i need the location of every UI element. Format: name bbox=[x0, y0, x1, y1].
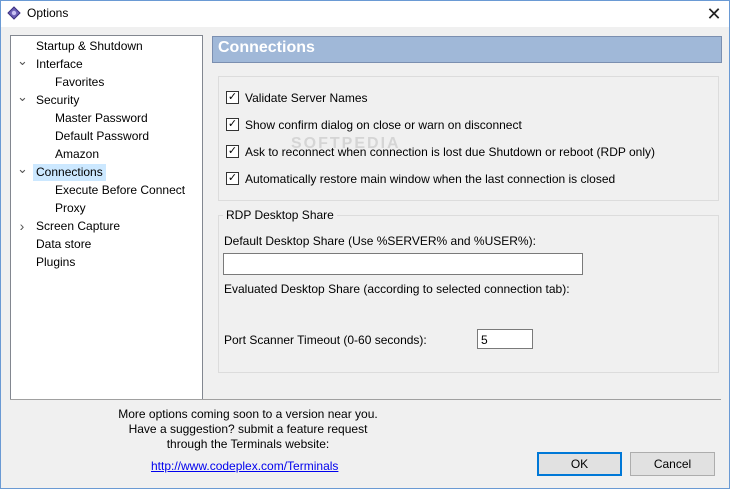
tree-item-data-store[interactable]: Data store bbox=[33, 236, 94, 253]
confirm-on-close-option[interactable]: ✓ Show confirm dialog on close or warn o… bbox=[226, 116, 522, 133]
rdp-group-title: RDP Desktop Share bbox=[223, 208, 337, 222]
chevron-down-icon[interactable]: ⌄ bbox=[17, 90, 28, 105]
cancel-button-label: Cancel bbox=[653, 457, 692, 471]
tree-item-plugins[interactable]: Plugins bbox=[33, 254, 78, 271]
section-title: Connections bbox=[218, 39, 315, 56]
restore-main-window-checkbox[interactable]: ✓ bbox=[226, 172, 239, 185]
options-window: Options ✕ Startup & Shutdown ⌄ Interface Fa… bbox=[0, 0, 730, 489]
options-tree[interactable]: Startup & Shutdown ⌄ Interface Favorites ⌄ Se… bbox=[10, 35, 203, 400]
port-timeout-input[interactable]: 5 bbox=[477, 329, 533, 349]
checkmark-icon: ✓ bbox=[227, 172, 238, 184]
footer-separator bbox=[10, 399, 721, 400]
tree-item-screen-capture[interactable]: Screen Capture bbox=[33, 218, 123, 235]
connection-options-group: ✓ Validate Server Names ✓ Show confirm d… bbox=[218, 76, 719, 201]
info-line-2: Have a suggestion? submit a feature requ… bbox=[128, 422, 368, 436]
title-bar: Options ✕ bbox=[1, 1, 729, 27]
port-timeout-value: 5 bbox=[481, 333, 488, 347]
checkbox-label: Show confirm dialog on close or warn on … bbox=[245, 117, 522, 132]
validate-server-names-checkbox[interactable]: ✓ bbox=[226, 91, 239, 104]
checkbox-label: Automatically restore main window when t… bbox=[245, 171, 616, 186]
ask-reconnect-checkbox[interactable]: ✓ bbox=[226, 145, 239, 158]
checkmark-icon: ✓ bbox=[227, 91, 238, 103]
tree-item-connections[interactable]: Connections bbox=[33, 164, 106, 181]
checkbox-label: Ask to reconnect when connection is lost… bbox=[245, 144, 656, 159]
default-share-input[interactable] bbox=[223, 253, 583, 275]
tree-item-proxy[interactable]: Proxy bbox=[52, 200, 89, 217]
ok-button-label: OK bbox=[570, 457, 589, 471]
terminals-app-icon bbox=[7, 6, 21, 20]
close-button[interactable]: ✕ bbox=[699, 1, 729, 27]
cancel-button[interactable]: Cancel bbox=[630, 452, 715, 476]
checkmark-icon: ✓ bbox=[227, 118, 238, 130]
info-line-1: More options coming soon to a version ne… bbox=[118, 407, 378, 421]
close-icon: ✕ bbox=[706, 3, 722, 24]
window-title: Options bbox=[27, 6, 69, 20]
tree-item-execute-before-connect[interactable]: Execute Before Connect bbox=[52, 182, 188, 199]
validate-server-names-option[interactable]: ✓ Validate Server Names bbox=[226, 89, 368, 106]
tree-item-startup-shutdown[interactable]: Startup & Shutdown bbox=[33, 38, 146, 55]
checkbox-label: Validate Server Names bbox=[245, 90, 368, 105]
checkmark-icon: ✓ bbox=[227, 145, 238, 157]
ok-button[interactable]: OK bbox=[537, 452, 622, 476]
evaluated-share-label: Evaluated Desktop Share (according to se… bbox=[224, 282, 570, 296]
section-header: Connections bbox=[212, 36, 722, 63]
tree-item-interface[interactable]: Interface bbox=[33, 56, 86, 73]
tree-item-master-password[interactable]: Master Password bbox=[52, 110, 151, 127]
info-line-3: through the Terminals website: bbox=[166, 437, 330, 451]
confirm-on-close-checkbox[interactable]: ✓ bbox=[226, 118, 239, 131]
tree-item-default-password[interactable]: Default Password bbox=[52, 128, 152, 145]
default-share-label: Default Desktop Share (Use %SERVER% and … bbox=[224, 234, 536, 248]
restore-main-window-option[interactable]: ✓ Automatically restore main window when… bbox=[226, 170, 615, 187]
tree-item-amazon[interactable]: Amazon bbox=[52, 146, 102, 163]
ask-reconnect-option[interactable]: ✓ Ask to reconnect when connection is lo… bbox=[226, 143, 655, 160]
chevron-down-icon[interactable]: ⌄ bbox=[17, 162, 28, 177]
tree-item-favorites[interactable]: Favorites bbox=[52, 74, 107, 91]
chevron-down-icon[interactable]: ⌄ bbox=[17, 54, 28, 69]
tree-item-security[interactable]: Security bbox=[33, 92, 82, 109]
terminals-website-link[interactable]: http://www.codeplex.com/Terminals bbox=[151, 459, 338, 473]
chevron-right-icon[interactable]: › bbox=[17, 219, 27, 233]
port-timeout-label: Port Scanner Timeout (0-60 seconds): bbox=[224, 333, 427, 347]
